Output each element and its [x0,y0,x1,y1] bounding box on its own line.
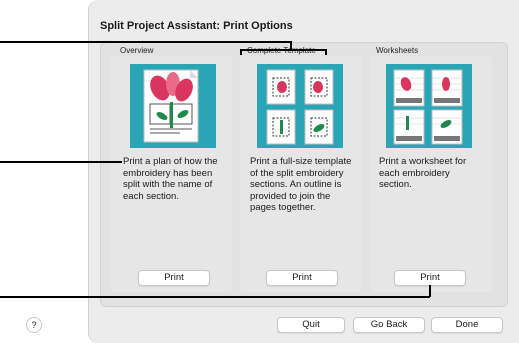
callout-line-top-tick [290,41,292,49]
done-button[interactable]: Done [431,317,503,333]
template-pages-icon [257,64,343,148]
callout-bracket-right [325,49,327,55]
callout-bracket-top [240,49,326,51]
worksheets-print-button[interactable]: Print [394,270,466,286]
help-button[interactable]: ? [26,317,42,333]
complete-template-description: Print a full-size template of the split … [250,156,352,213]
callout-line-top [0,41,290,43]
callout-line-bottom [0,296,430,298]
overview-label: Overview [120,46,154,55]
worksheets-label: Worksheets [376,46,419,55]
callout-bracket-left [240,49,242,55]
callout-line-middle [0,161,122,163]
overview-description: Print a plan of how the embroidery has b… [123,156,218,202]
complete-template-print-button[interactable]: Print [266,270,338,286]
worksheets-description: Print a worksheet for each embroidery se… [379,156,467,190]
overview-plan-icon [130,64,216,148]
worksheet-pages-icon [386,64,472,148]
go-back-button[interactable]: Go Back [353,317,425,333]
complete-template-label: Complete Template [247,46,316,55]
overview-print-button[interactable]: Print [138,270,210,286]
dialog-title: Split Project Assistant: Print Options [100,20,293,32]
callout-line-bottom-tick [429,285,431,297]
quit-button[interactable]: Quit [277,317,345,333]
